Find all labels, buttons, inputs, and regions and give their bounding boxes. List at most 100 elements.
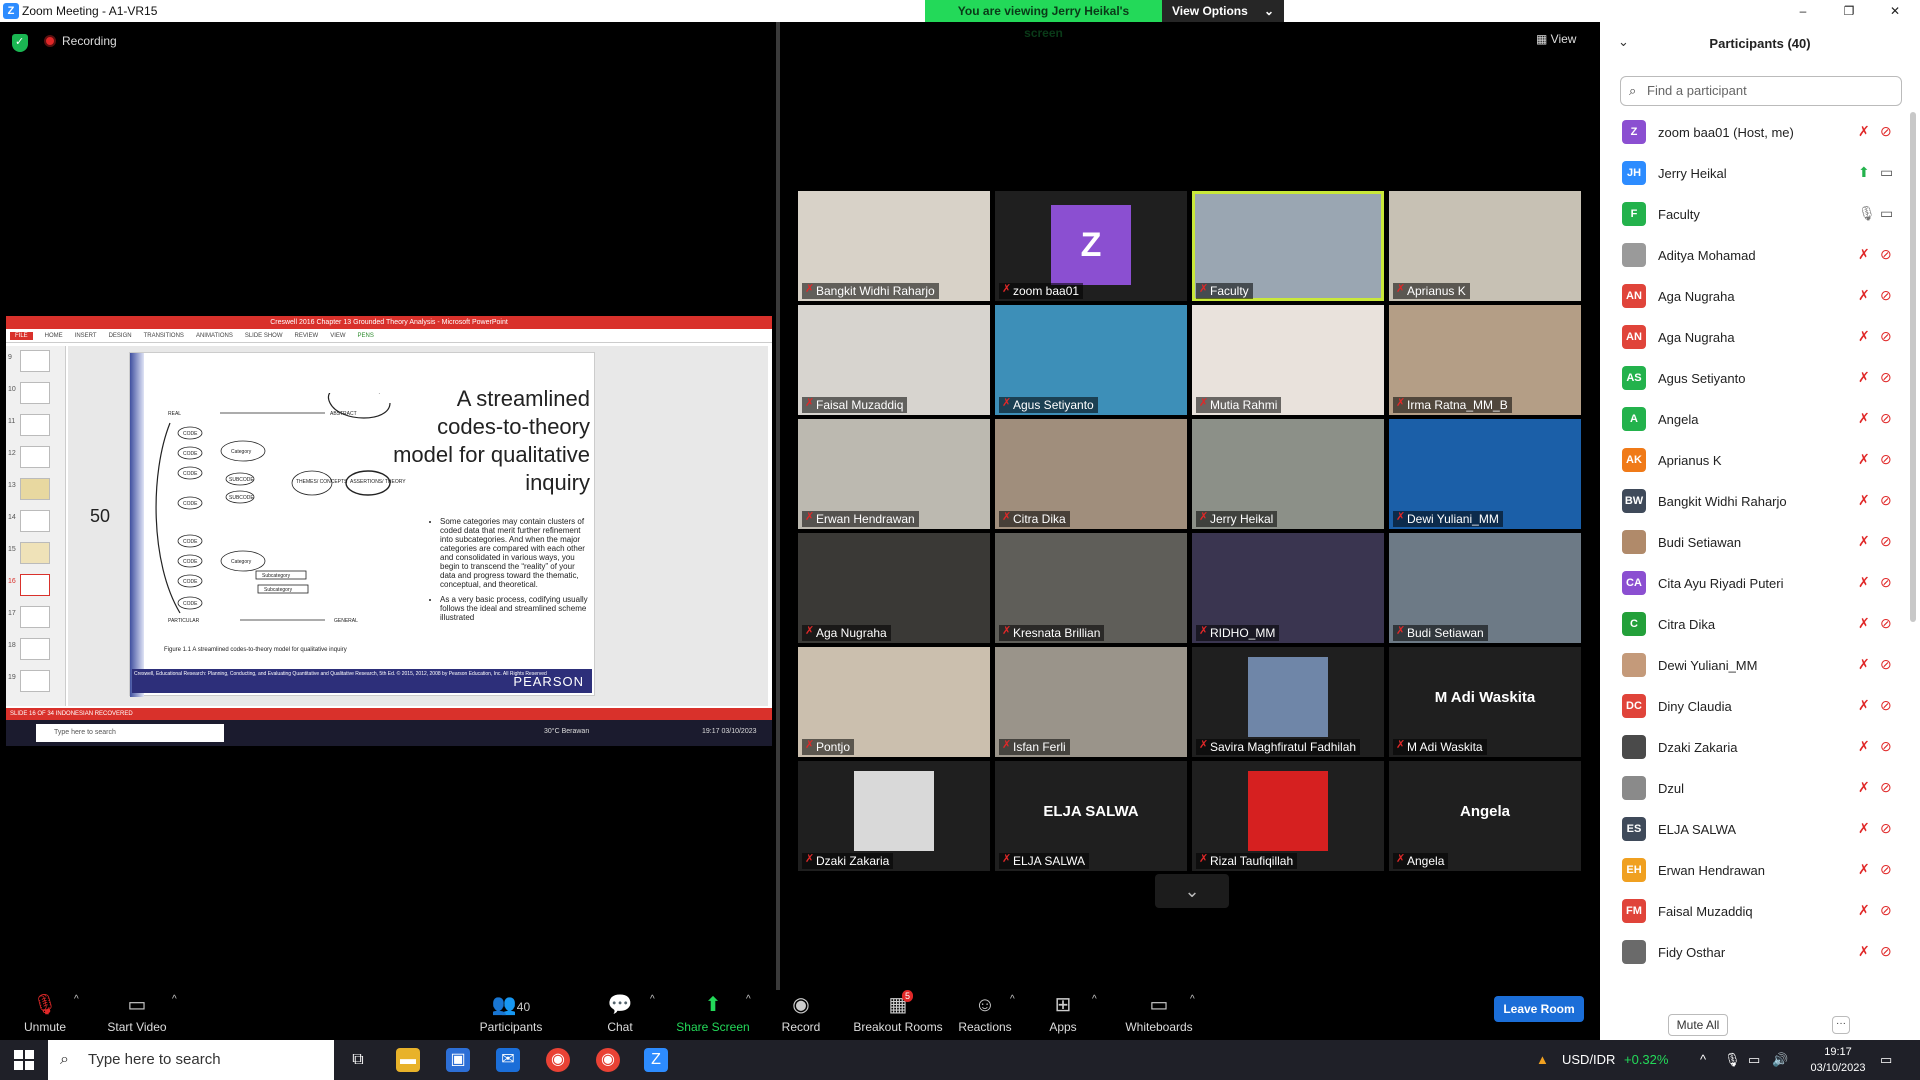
tray-network-icon[interactable]: ▭ [1748,1052,1760,1068]
mic-muted-icon[interactable]: ✗ [1858,943,1870,960]
video-tile[interactable]: ✗ Bangkit Widhi Raharjo [798,191,990,301]
mic-muted-icon[interactable]: ✗ [1858,697,1870,714]
video-off-icon[interactable]: ⊘ [1880,656,1892,673]
next-page-chevron-icon[interactable]: ⌄ [1155,874,1229,908]
video-off-icon[interactable]: ⊘ [1880,492,1892,509]
close-button[interactable]: ✕ [1872,0,1918,22]
video-off-icon[interactable]: ⊘ [1880,738,1892,755]
video-tile[interactable]: ✗ Jerry Heikal [1192,419,1384,529]
video-icon[interactable]: ▭ [1880,205,1893,222]
caret-up-icon[interactable]: ^ [650,994,655,1005]
video-tile[interactable]: ✗ Kresnata Brillian [995,533,1187,643]
video-tile[interactable]: ✗ Dewi Yuliani_MM [1389,419,1581,529]
video-off-icon[interactable]: ⊘ [1880,820,1892,837]
participant-row[interactable]: AN Aga Nugraha ✗ ⊘ [1600,276,1900,317]
video-off-icon[interactable]: ⊘ [1880,410,1892,427]
video-tile[interactable]: ✗ Faculty [1192,191,1384,301]
mic-muted-icon[interactable]: ✗ [1858,902,1870,919]
participant-row[interactable]: AK Aprianus K ✗ ⊘ [1600,440,1900,481]
participant-row[interactable]: Dewi Yuliani_MM ✗ ⊘ [1600,645,1900,686]
video-off-icon[interactable]: ⊘ [1880,861,1892,878]
mic-muted-icon[interactable]: ✗ [1858,492,1870,509]
start-video-button[interactable]: ▭ Start Video [92,990,182,1034]
participant-row[interactable]: DC Diny Claudia ✗ ⊘ [1600,686,1900,727]
file-explorer-icon[interactable]: ▬ [396,1048,420,1072]
participant-row[interactable]: Fidy Osthar ✗ ⊘ [1600,932,1900,973]
mic-muted-icon[interactable]: ✗ [1858,123,1870,140]
chrome-icon[interactable]: ◉ [596,1048,620,1072]
video-off-icon[interactable]: ⊘ [1880,328,1892,345]
participant-row[interactable]: A Angela ✗ ⊘ [1600,399,1900,440]
caret-up-icon[interactable]: ^ [172,994,177,1005]
shared-screen[interactable]: Creswell 2016 Chapter 13 Grounded Theory… [6,316,772,746]
participant-row[interactable]: ES ELJA SALWA ✗ ⊘ [1600,809,1900,850]
video-tile[interactable]: ✗ Agus Setiyanto [995,305,1187,415]
task-view-icon[interactable]: ⧉ [346,1048,370,1072]
taskbar-search-input[interactable]: ⌕ Type here to search [48,1040,334,1080]
mic-muted-icon[interactable]: ✗ [1858,574,1870,591]
video-icon[interactable]: ▭ [1880,164,1893,181]
leave-room-button[interactable]: Leave Room [1494,996,1584,1022]
mic-muted-icon[interactable]: ✗ [1858,246,1870,263]
mic-on-icon[interactable]: 🎙 [1858,205,1876,222]
video-off-icon[interactable]: ⊘ [1880,246,1892,263]
video-tile[interactable]: ELJA SALWA ✗ ELJA SALWA [995,761,1187,871]
participant-row[interactable]: Budi Setiawan ✗ ⊘ [1600,522,1900,563]
video-off-icon[interactable]: ⊘ [1880,943,1892,960]
mic-muted-icon[interactable]: ✗ [1858,328,1870,345]
mic-muted-icon[interactable]: ✗ [1858,410,1870,427]
minimize-button[interactable]: – [1780,0,1826,22]
participant-row[interactable]: Z zoom baa01 (Host, me) ✗ ⊘ [1600,112,1900,153]
video-tile[interactable]: ✗ Isfan Ferli [995,647,1187,757]
video-off-icon[interactable]: ⊘ [1880,287,1892,304]
video-off-icon[interactable]: ⊘ [1880,123,1892,140]
taskbar-clock[interactable]: 19:17 03/10/2023 [1808,1044,1868,1076]
participant-row[interactable]: EH Erwan Hendrawan ✗ ⊘ [1600,850,1900,891]
video-off-icon[interactable]: ⊘ [1880,615,1892,632]
caret-up-icon[interactable]: ^ [1010,994,1015,1005]
participants-button[interactable]: 👥40 Participants [466,990,556,1034]
view-button[interactable]: ▦ View [1536,32,1576,46]
mute-all-button[interactable]: Mute All [1668,1014,1728,1036]
video-off-icon[interactable]: ⊘ [1880,902,1892,919]
zoom-taskbar-icon[interactable]: Z [644,1048,668,1072]
panel-scrollbar[interactable] [1910,112,1916,622]
store-icon[interactable]: ▣ [446,1048,470,1072]
participant-row[interactable]: Dzaki Zakaria ✗ ⊘ [1600,727,1900,768]
participant-row[interactable]: FM Faisal Muzaddiq ✗ ⊘ [1600,891,1900,932]
maximize-button[interactable]: ❐ [1826,0,1872,22]
security-shield-icon[interactable]: ✓ [12,34,28,52]
video-tile[interactable]: Z ✗ zoom baa01 [995,191,1187,301]
participant-row[interactable]: Aditya Mohamad ✗ ⊘ [1600,235,1900,276]
video-off-icon[interactable]: ⊘ [1880,533,1892,550]
video-off-icon[interactable]: ⊘ [1880,451,1892,468]
mic-muted-icon[interactable]: ✗ [1858,779,1870,796]
caret-up-icon[interactable]: ^ [1190,994,1195,1005]
participant-row[interactable]: CA Cita Ayu Riyadi Puteri ✗ ⊘ [1600,563,1900,604]
video-tile[interactable]: M Adi Waskita ✗ M Adi Waskita [1389,647,1581,757]
tray-volume-icon[interactable]: 🔊 [1772,1052,1788,1068]
video-tile[interactable]: ✗ RIDHO_MM [1192,533,1384,643]
video-tile[interactable]: ✗ Dzaki Zakaria [798,761,990,871]
tray-arrow-icon[interactable]: ^ [1700,1052,1706,1067]
caret-up-icon[interactable]: ^ [746,994,751,1005]
more-options-button[interactable]: ··· [1832,1016,1850,1034]
video-tile[interactable]: ✗ Erwan Hendrawan [798,419,990,529]
split-divider[interactable] [776,22,780,990]
participant-search-input[interactable]: ⌕ Find a participant [1620,76,1902,106]
mic-muted-icon[interactable]: ✗ [1858,533,1870,550]
participant-row[interactable]: BW Bangkit Widhi Raharjo ✗ ⊘ [1600,481,1900,522]
video-tile[interactable]: ✗ Mutia Rahmi [1192,305,1384,415]
caret-up-icon[interactable]: ^ [74,994,79,1005]
share-screen-button[interactable]: ⬆ Share Screen [668,990,758,1034]
video-tile[interactable]: ✗ Aga Nugraha [798,533,990,643]
mic-muted-icon[interactable]: ✗ [1858,369,1870,386]
video-tile[interactable]: ✗ Budi Setiawan [1389,533,1581,643]
mic-muted-icon[interactable]: ✗ [1858,738,1870,755]
notification-icon[interactable]: ▭ [1880,1052,1892,1068]
mic-muted-icon[interactable]: ✗ [1858,451,1870,468]
windows-start-icon[interactable] [14,1050,34,1070]
caret-up-icon[interactable]: ^ [1092,994,1097,1005]
mic-muted-icon[interactable]: ✗ [1858,820,1870,837]
participant-row[interactable]: Dzul ✗ ⊘ [1600,768,1900,809]
